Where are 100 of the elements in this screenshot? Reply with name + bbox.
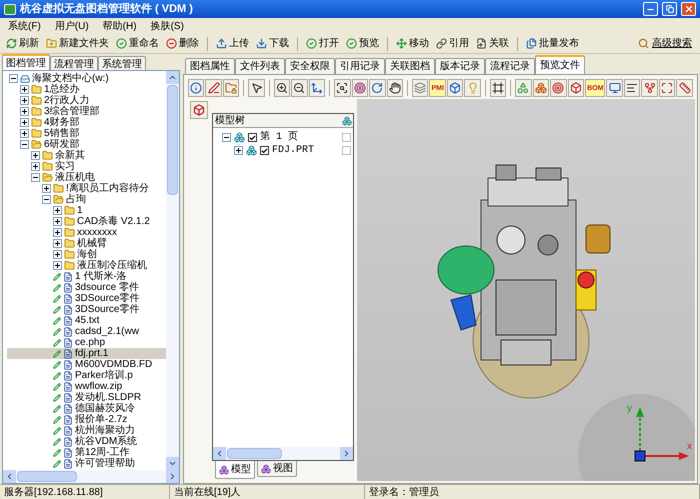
toolbar-button[interactable]: 打开 xyxy=(304,36,341,51)
expander-icon[interactable] xyxy=(53,228,62,237)
tree-row[interactable]: 杭谷VDM系统 xyxy=(7,436,166,447)
scroll-down-button[interactable] xyxy=(166,457,179,470)
folder-lock-button[interactable] xyxy=(222,79,240,97)
vertical-scrollbar[interactable] xyxy=(166,71,179,470)
close-button[interactable] xyxy=(681,2,696,16)
tree-row[interactable]: 发动机.SLDPR xyxy=(7,392,166,403)
rotate-button[interactable] xyxy=(369,79,386,97)
toolbar-button[interactable]: 移动 xyxy=(394,36,431,51)
tree-row[interactable]: 液压制冷压缩机 xyxy=(7,260,166,271)
scroll-thumb[interactable] xyxy=(167,85,178,195)
tree-row[interactable]: 许可管理帮助 xyxy=(7,458,166,469)
pan-button[interactable] xyxy=(308,79,326,97)
expander-icon[interactable] xyxy=(31,162,40,171)
tree-row[interactable]: cadsd_2.1(ww xyxy=(7,326,166,337)
expander-icon[interactable] xyxy=(20,85,29,94)
tree-row[interactable]: ce.php xyxy=(7,337,166,348)
text-lines-button[interactable] xyxy=(624,79,640,97)
toolbar-button[interactable]: 预览 xyxy=(344,36,381,51)
expander-icon[interactable] xyxy=(53,206,62,215)
scroll-left-button[interactable] xyxy=(213,447,226,460)
tree-row[interactable]: CAD杀毒 V2.1.2 xyxy=(7,216,166,227)
checkbox[interactable] xyxy=(342,133,351,142)
advanced-search-link[interactable]: 高级搜索 xyxy=(652,36,692,51)
toolbar-button[interactable]: 重命名 xyxy=(114,36,161,51)
tree-row[interactable]: 2行政人力 xyxy=(7,95,166,106)
monitor-button[interactable] xyxy=(606,79,623,97)
target-button[interactable] xyxy=(352,79,368,97)
zoom-in-button[interactable] xyxy=(274,79,290,97)
tree-row[interactable]: 4财务部 xyxy=(7,117,166,128)
frame-button[interactable] xyxy=(490,79,506,97)
scroll-right-button[interactable] xyxy=(340,447,353,460)
scroll-right-button[interactable] xyxy=(166,470,179,483)
tree-row[interactable]: 1 代斯米-洛 xyxy=(7,271,166,282)
info-button[interactable] xyxy=(188,79,204,97)
tree-row[interactable]: 3DSource零件 xyxy=(7,304,166,315)
horizontal-scrollbar[interactable] xyxy=(213,447,353,460)
tree-row[interactable]: 实习 xyxy=(7,161,166,172)
expander-icon[interactable] xyxy=(53,250,62,259)
tab[interactable]: 文件列表 xyxy=(235,58,285,74)
layers-button[interactable] xyxy=(412,79,428,97)
menu-item[interactable]: 换肤(S) xyxy=(150,18,184,34)
horizontal-scrollbar[interactable] xyxy=(3,470,179,483)
tree-row[interactable]: 第12周-工作 xyxy=(7,447,166,458)
tree-row[interactable]: 占珣 xyxy=(7,194,166,205)
tab[interactable]: 引用记录 xyxy=(335,58,385,74)
tab[interactable]: 预览文件 xyxy=(535,55,585,74)
boxes-button[interactable] xyxy=(532,79,550,97)
tree-row[interactable]: 机械臂 xyxy=(7,238,166,249)
tab[interactable]: 模型 xyxy=(215,461,255,479)
tree-row[interactable]: 3dsource 零件 xyxy=(7,282,166,293)
menu-item[interactable]: 系统(F) xyxy=(8,18,41,34)
fit-button[interactable] xyxy=(658,79,676,97)
menu-item[interactable]: 帮助(H) xyxy=(102,18,137,34)
zoom-fit-button[interactable] xyxy=(334,79,351,97)
expander-icon[interactable] xyxy=(31,151,40,160)
expander-icon[interactable] xyxy=(42,184,51,193)
shapes-button[interactable] xyxy=(515,79,532,97)
tree-row[interactable]: M600VDMDB.FD xyxy=(7,359,166,370)
minimize-button[interactable] xyxy=(643,2,658,16)
tree-row[interactable]: Parker培训.p xyxy=(7,370,166,381)
tree-row[interactable]: 德国赫茨风冷 xyxy=(7,403,166,414)
toolbar-button[interactable]: 上传 xyxy=(214,36,251,51)
tree-row[interactable]: fdj.prt.1 xyxy=(7,348,166,359)
tree-row[interactable]: 1总经办 xyxy=(7,84,166,95)
expander-icon[interactable] xyxy=(53,239,62,248)
tree-row[interactable]: xxxxxxxx xyxy=(7,227,166,238)
toolbar-button[interactable]: 引用 xyxy=(434,36,471,51)
tree-row[interactable]: 1 xyxy=(7,205,166,216)
tab[interactable]: 图档管理 xyxy=(2,54,50,70)
tab[interactable]: 版本记录 xyxy=(435,58,485,74)
tree-row[interactable]: 海聚文档中心(w:) xyxy=(7,73,166,84)
tab[interactable]: 流程管理 xyxy=(50,56,98,70)
scroll-thumb[interactable] xyxy=(17,471,77,482)
expander-icon[interactable] xyxy=(20,129,29,138)
tree-row[interactable]: 5销售部 xyxy=(7,128,166,139)
tree-row[interactable]: 3综合管理部 xyxy=(7,106,166,117)
tab[interactable]: 安全权限 xyxy=(285,58,335,74)
toolbar-button[interactable]: 刷新 xyxy=(4,36,41,51)
ruler-button[interactable] xyxy=(676,79,693,97)
pointer-button[interactable] xyxy=(248,79,265,97)
expander-icon[interactable] xyxy=(222,133,231,142)
tree-row[interactable]: 报价单-2.7z xyxy=(7,414,166,425)
expander-icon[interactable] xyxy=(42,195,51,204)
tab[interactable]: 图档属性 xyxy=(185,58,235,74)
pencil-button[interactable] xyxy=(205,79,222,97)
expander-icon[interactable] xyxy=(9,74,18,83)
tree-row[interactable]: 海创 xyxy=(7,249,166,260)
toolbar-button[interactable]: 下载 xyxy=(254,36,291,51)
model-view-button[interactable] xyxy=(190,101,208,119)
expander-icon[interactable] xyxy=(53,217,62,226)
scroll-thumb[interactable] xyxy=(227,448,282,459)
expander-icon[interactable] xyxy=(234,146,243,155)
tab[interactable]: 系统管理 xyxy=(98,56,146,70)
checkbox[interactable] xyxy=(260,146,269,155)
expander-icon[interactable] xyxy=(20,107,29,116)
scroll-up-button[interactable] xyxy=(166,71,179,84)
tab[interactable]: 关联图档 xyxy=(385,58,435,74)
zoom-out-button[interactable] xyxy=(291,79,308,97)
